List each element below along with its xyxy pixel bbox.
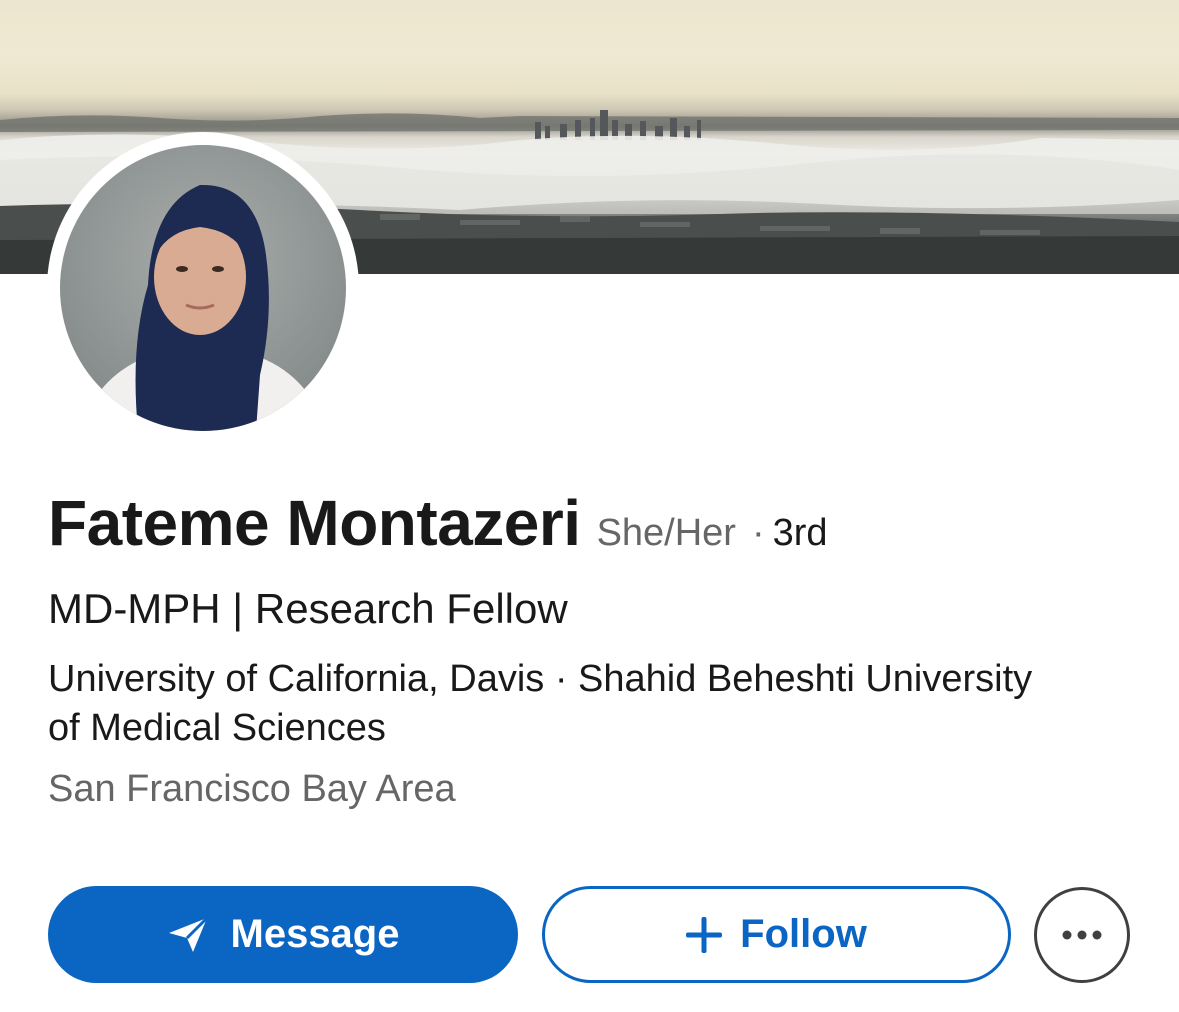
separator-dot: · [751, 512, 765, 554]
profile-location: San Francisco Bay Area [48, 768, 456, 810]
more-options-button[interactable] [1034, 887, 1130, 983]
connection-degree: 3rd [772, 512, 828, 554]
more-horizontal-icon [1062, 930, 1102, 940]
message-button-label: Message [230, 912, 400, 956]
follow-button[interactable]: Follow [542, 886, 1011, 983]
profile-avatar[interactable] [60, 145, 346, 431]
profile-pronouns: She/Her [596, 512, 736, 554]
follow-button-label: Follow [740, 912, 867, 956]
profile-education[interactable]: University of California, Davis · Shahid… [48, 655, 1048, 753]
plus-icon [686, 916, 723, 953]
name-row: Fateme Montazeri She/Her · 3rd [48, 486, 828, 560]
message-button[interactable]: Message [48, 886, 518, 983]
profile-headline: MD-MPH | Research Fellow [48, 585, 568, 632]
profile-name: Fateme Montazeri [48, 487, 581, 559]
paper-plane-icon [167, 916, 209, 954]
